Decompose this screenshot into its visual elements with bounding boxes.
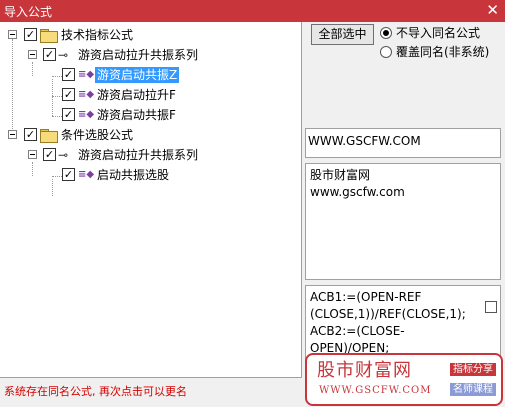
code-option-checkbox[interactable] (485, 301, 497, 313)
tree-node-formula[interactable]: ✓ ≡◆ 启动共振选股 (0, 166, 300, 184)
node-checkbox[interactable]: ✓ (62, 168, 75, 181)
node-checkbox[interactable]: ✓ (43, 148, 56, 161)
node-checkbox[interactable]: ✓ (24, 128, 37, 141)
collapse-toggle[interactable] (8, 130, 17, 139)
source-url-box: WWW.GSCFW.COM (305, 128, 501, 158)
tree-node-series[interactable]: ✓ ⊸ 游资启动拉升共振系列 (0, 46, 300, 64)
node-label: 技术指标公式 (61, 28, 134, 42)
code-line: ACB1:=(OPEN-REF (310, 290, 422, 304)
node-label: 游资启动共振F (97, 108, 176, 122)
radio-skip-duplicates[interactable] (380, 27, 392, 39)
node-label: 游资启动共振Z (95, 67, 180, 83)
formula-code-box[interactable]: ACB1:=(OPEN-REF (CLOSE,1))/REF(CLOSE,1);… (305, 285, 501, 360)
formula-icon: ≡◆ (78, 69, 95, 80)
watermark-url: WWW.GSCFW.COM (319, 385, 432, 396)
tree-node-technical-indicators[interactable]: ✓ 技术指标公式 (0, 26, 300, 44)
formula-tree[interactable]: ✓ 技术指标公式 ✓ ⊸ 游资启动拉升共振系列 ✓ ≡◆ 游资启动共振Z ✓ ≡… (0, 22, 302, 378)
node-label: 游资启动拉升共振系列 (78, 48, 199, 62)
formula-icon: ≡◆ (78, 109, 95, 120)
node-checkbox[interactable]: ✓ (24, 28, 37, 41)
source-url: WWW.GSCFW.COM (308, 134, 421, 148)
node-checkbox[interactable]: ✓ (62, 108, 75, 121)
folder-icon (40, 29, 58, 43)
code-line: (CLOSE,1))/REF(CLOSE,1); (310, 307, 466, 321)
tree-node-series[interactable]: ✓ ⊸ 游资启动拉升共振系列 (0, 146, 300, 164)
watermark-tag-share: 指标分享 (450, 363, 496, 376)
node-label: 启动共振选股 (97, 168, 170, 182)
node-checkbox[interactable]: ✓ (43, 48, 56, 61)
site-watermark: 股市财富网 WWW.GSCFW.COM 指标分享 名师课程 (305, 353, 503, 406)
window-title: 导入公式 (4, 5, 53, 19)
collapse-toggle[interactable] (28, 50, 37, 59)
watermark-tag-course: 名师课程 (450, 383, 496, 396)
node-label: 条件选股公式 (61, 128, 134, 142)
tree-node-formula[interactable]: ✓ ≡◆ 游资启动拉升F (0, 86, 300, 104)
formula-icon: ≡◆ (78, 169, 95, 180)
description-box: 股市财富网 www.gscfw.com (305, 163, 501, 280)
collapse-toggle[interactable] (28, 150, 37, 159)
key-icon: ⊸ (58, 48, 69, 62)
node-label: 游资启动拉升F (97, 88, 176, 102)
select-all-button[interactable]: 全部选中 (311, 24, 374, 45)
node-label: 游资启动拉升共振系列 (78, 148, 199, 162)
tree-node-formula[interactable]: ✓ ≡◆ 游资启动共振Z (0, 66, 300, 84)
description-line: www.gscfw.com (310, 185, 405, 199)
tree-node-stock-screening[interactable]: ✓ 条件选股公式 (0, 126, 300, 144)
status-message: 系统存在同名公式, 再次点击可以更名 (4, 385, 187, 398)
node-checkbox[interactable]: ✓ (62, 68, 75, 81)
radio-skip-label: 不导入同名公式 (396, 26, 481, 40)
collapse-toggle[interactable] (8, 30, 17, 39)
radio-overwrite-label: 覆盖同名(非系统) (396, 45, 490, 59)
tree-node-formula[interactable]: ✓ ≡◆ 游资启动共振F (0, 106, 300, 124)
close-icon[interactable]: ✕ (486, 1, 499, 19)
key-icon: ⊸ (58, 148, 69, 162)
code-line: ACB2:=(CLOSE- (310, 324, 405, 338)
node-checkbox[interactable]: ✓ (62, 88, 75, 101)
folder-icon (40, 129, 58, 143)
title-bar: 导入公式 ✕ (0, 0, 505, 22)
radio-overwrite-duplicates[interactable] (380, 46, 392, 58)
formula-icon: ≡◆ (78, 89, 95, 100)
description-line: 股市财富网 (310, 168, 371, 182)
watermark-brand: 股市财富网 (317, 360, 412, 381)
